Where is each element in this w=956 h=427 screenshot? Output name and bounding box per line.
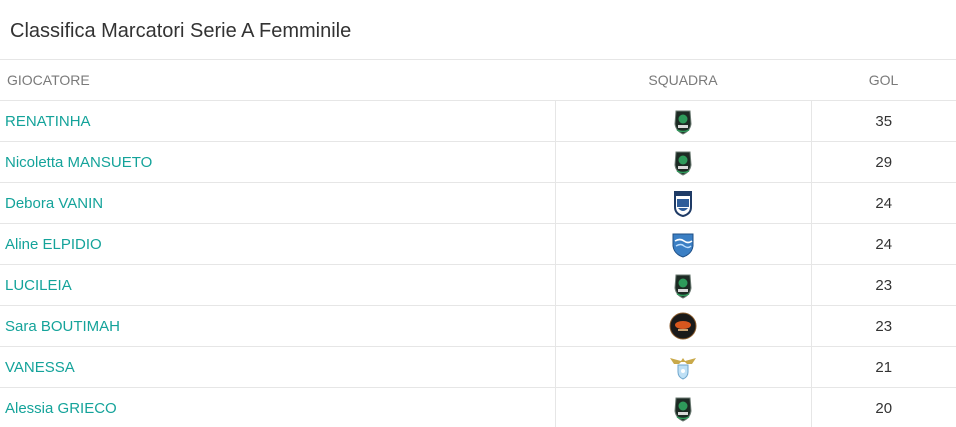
player-name-link[interactable]: VANESSA	[0, 346, 555, 388]
column-header-goals: GOL	[811, 60, 956, 101]
table-row: Alessia GRIECO 20	[0, 387, 956, 427]
goals-value: 35	[811, 100, 956, 142]
goals-value: 20	[811, 387, 956, 427]
player-name-link[interactable]: RENATINHA	[0, 100, 555, 142]
table-row: Aline ELPIDIO 24	[0, 223, 956, 265]
table-row: RENATINHA 35	[0, 100, 956, 142]
goals-value: 21	[811, 346, 956, 388]
table-row: Nicoletta MANSUETO 29	[0, 141, 956, 183]
goals-value: 23	[811, 305, 956, 347]
player-name-link[interactable]: Aline ELPIDIO	[0, 223, 555, 265]
page-title: Classifica Marcatori Serie A Femminile	[0, 0, 956, 60]
player-name-link[interactable]: Alessia GRIECO	[0, 387, 555, 427]
table-row: Debora VANIN 24	[0, 182, 956, 224]
column-header-player: GIOCATORE	[0, 60, 555, 101]
orange-black-round-logo-icon[interactable]	[668, 311, 698, 341]
scorers-table: GIOCATORE SQUADRA GOL RENATINHA 35 Nicol…	[0, 60, 956, 427]
player-name-link[interactable]: Sara BOUTIMAH	[0, 305, 555, 347]
goals-value: 29	[811, 141, 956, 183]
scorers-page: Classifica Marcatori Serie A Femminile G…	[0, 0, 956, 427]
player-name-link[interactable]: Nicoletta MANSUETO	[0, 141, 555, 183]
player-name-link[interactable]: LUCILEIA	[0, 264, 555, 306]
column-header-team: SQUADRA	[555, 60, 811, 101]
goals-value: 24	[811, 182, 956, 224]
goals-value: 23	[811, 264, 956, 306]
green-black-crest-icon[interactable]	[668, 393, 698, 423]
goals-value: 24	[811, 223, 956, 265]
player-name-link[interactable]: Debora VANIN	[0, 182, 555, 224]
green-black-crest-icon[interactable]	[668, 106, 698, 136]
table-row: LUCILEIA 23	[0, 264, 956, 306]
green-black-crest-icon[interactable]	[668, 147, 698, 177]
table-header-row: GIOCATORE SQUADRA GOL	[0, 60, 956, 101]
cmb-crest-icon[interactable]	[668, 188, 698, 218]
table-row: VANESSA 21	[0, 346, 956, 388]
blue-wave-shield-icon[interactable]	[668, 229, 698, 259]
lazio-eagle-icon[interactable]	[668, 352, 698, 382]
green-black-crest-icon[interactable]	[668, 270, 698, 300]
table-row: Sara BOUTIMAH 23	[0, 305, 956, 347]
